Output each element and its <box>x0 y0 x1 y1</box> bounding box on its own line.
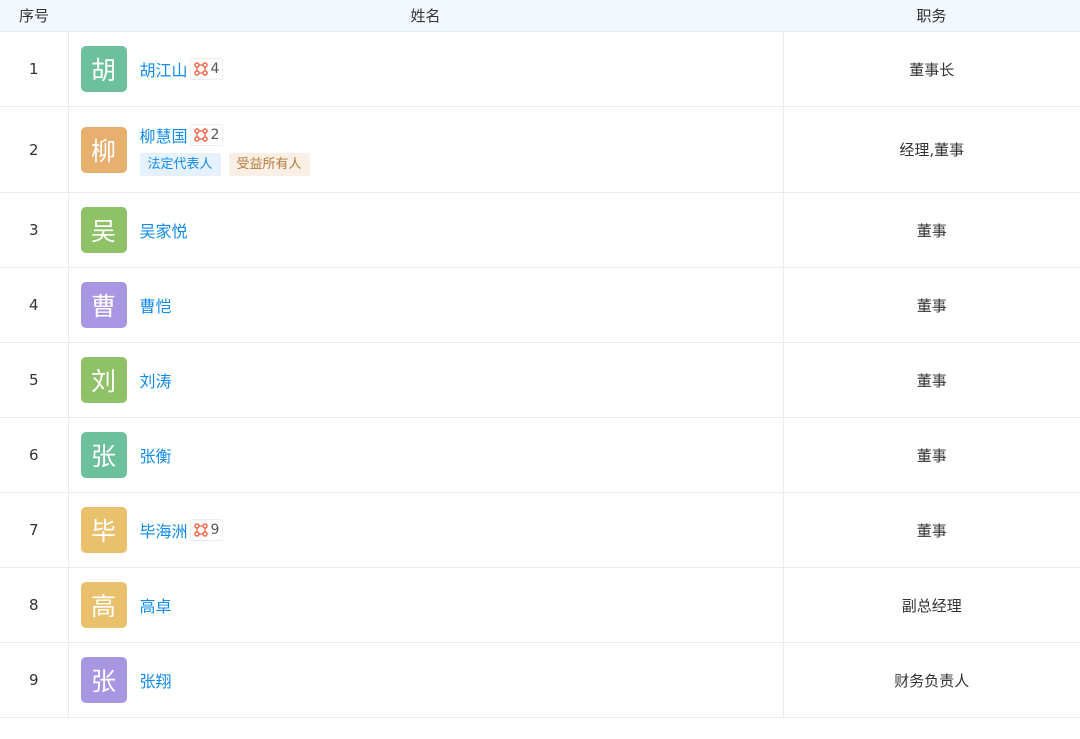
relation-count-badge[interactable]: 4 <box>189 58 224 80</box>
avatar[interactable]: 刘 <box>80 357 127 403</box>
row-index: 5 <box>0 342 69 418</box>
row-index: 1 <box>0 31 69 107</box>
person-name-link[interactable]: 张衡 <box>140 443 172 467</box>
person-name-link[interactable]: 张翔 <box>140 668 172 692</box>
relation-count-badge[interactable]: 9 <box>189 519 224 541</box>
personnel-table: 序号 姓名 职务 1 胡胡江山 4 董事长 2 柳柳慧国 2 法定代表人 受益所有人 经理,董事 3… <box>0 0 1080 718</box>
avatar[interactable]: 柳 <box>80 126 127 173</box>
table-row: 9 张张翔 财务负责人 <box>0 642 1080 718</box>
table-row: 1 胡胡江山 4 董事长 <box>0 31 1080 107</box>
table-row: 7 毕毕海洲 9 董事 <box>0 492 1080 568</box>
avatar[interactable]: 张 <box>80 432 127 478</box>
row-index: 6 <box>0 417 69 493</box>
row-name-cell: 毕毕海洲 9 <box>68 492 783 568</box>
row-index: 3 <box>0 192 69 268</box>
avatar[interactable]: 张 <box>80 657 127 703</box>
relation-graph-icon <box>193 128 208 142</box>
relation-count-badge[interactable]: 2 <box>189 124 224 146</box>
person-name-link[interactable]: 毕海洲 <box>140 518 188 542</box>
row-index: 7 <box>0 492 69 568</box>
row-name-cell: 柳柳慧国 2 法定代表人 受益所有人 <box>68 106 783 193</box>
row-name-cell: 高高卓 <box>68 567 783 643</box>
table-row: 5 刘刘涛 董事 <box>0 342 1080 418</box>
person-name-link[interactable]: 高卓 <box>140 593 172 617</box>
header-index: 序号 <box>0 0 68 32</box>
person-name-link[interactable]: 柳慧国 <box>140 123 188 147</box>
row-name-cell: 胡胡江山 4 <box>68 31 783 107</box>
relation-count: 4 <box>210 61 220 77</box>
person-name-link[interactable]: 吴家悦 <box>140 218 188 242</box>
row-index: 8 <box>0 567 69 643</box>
relation-count: 2 <box>210 127 220 143</box>
row-role: 副总经理 <box>782 567 1080 643</box>
row-name-cell: 刘刘涛 <box>68 342 783 418</box>
table-header-row: 序号 姓名 职务 <box>0 0 1080 32</box>
row-role: 经理,董事 <box>782 106 1080 193</box>
row-name-cell: 吴吴家悦 <box>68 192 783 268</box>
row-role: 董事 <box>782 492 1080 568</box>
row-role: 财务负责人 <box>782 642 1080 718</box>
person-name-link[interactable]: 曹恺 <box>140 293 172 317</box>
avatar[interactable]: 胡 <box>80 46 127 92</box>
row-index: 2 <box>0 106 69 193</box>
avatar[interactable]: 毕 <box>80 507 127 553</box>
row-name-cell: 张张衡 <box>68 417 783 493</box>
row-index: 9 <box>0 642 69 718</box>
row-role: 董事长 <box>782 31 1080 107</box>
table-row: 2 柳柳慧国 2 法定代表人 受益所有人 经理,董事 <box>0 106 1080 193</box>
header-role: 职务 <box>783 0 1080 32</box>
header-name: 姓名 <box>68 0 783 32</box>
row-name-cell: 张张翔 <box>68 642 783 718</box>
relation-count: 9 <box>210 522 220 538</box>
person-tags: 法定代表人 受益所有人 <box>139 153 318 176</box>
table-row: 6 张张衡 董事 <box>0 417 1080 493</box>
avatar[interactable]: 吴 <box>80 207 127 253</box>
person-name-link[interactable]: 刘涛 <box>140 368 172 392</box>
avatar[interactable]: 高 <box>80 582 127 628</box>
table-row: 8 高高卓 副总经理 <box>0 567 1080 643</box>
avatar[interactable]: 曹 <box>80 282 127 328</box>
row-role: 董事 <box>782 192 1080 268</box>
table-row: 3 吴吴家悦 董事 <box>0 192 1080 268</box>
table-row: 4 曹曹恺 董事 <box>0 267 1080 343</box>
relation-graph-icon <box>193 62 208 76</box>
legal-representative-tag[interactable]: 法定代表人 <box>139 153 221 176</box>
row-role: 董事 <box>782 417 1080 493</box>
row-role: 董事 <box>782 342 1080 418</box>
row-name-cell: 曹曹恺 <box>68 267 783 343</box>
row-index: 4 <box>0 267 69 343</box>
person-name-link[interactable]: 胡江山 <box>140 57 188 81</box>
beneficial-owner-tag[interactable]: 受益所有人 <box>228 153 310 176</box>
relation-graph-icon <box>193 523 208 537</box>
row-role: 董事 <box>782 267 1080 343</box>
